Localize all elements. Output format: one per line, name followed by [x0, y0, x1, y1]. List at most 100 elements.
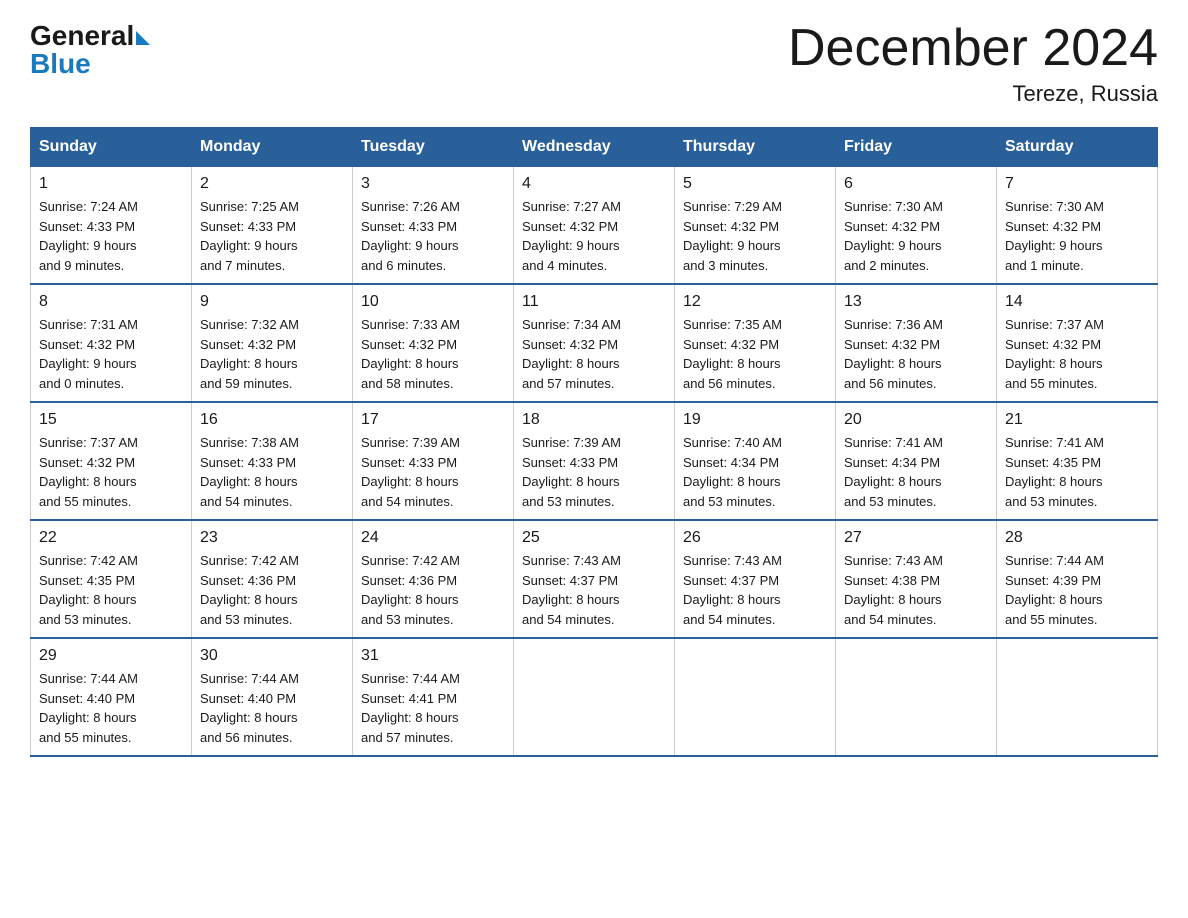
calendar-title: December 2024 [788, 20, 1158, 77]
day-number: 28 [1005, 529, 1149, 547]
logo-arrow-icon [136, 31, 150, 45]
title-section: December 2024 Tereze, Russia [788, 20, 1158, 107]
table-row: 11 Sunrise: 7:34 AMSunset: 4:32 PMDaylig… [514, 284, 675, 402]
day-number: 21 [1005, 411, 1149, 429]
day-number: 1 [39, 175, 183, 193]
table-row: 16 Sunrise: 7:38 AMSunset: 4:33 PMDaylig… [192, 402, 353, 520]
calendar-subtitle: Tereze, Russia [788, 81, 1158, 107]
day-info: Sunrise: 7:37 AMSunset: 4:32 PMDaylight:… [39, 433, 183, 511]
day-number: 10 [361, 293, 505, 311]
calendar-week-2: 8 Sunrise: 7:31 AMSunset: 4:32 PMDayligh… [31, 284, 1158, 402]
day-info: Sunrise: 7:31 AMSunset: 4:32 PMDaylight:… [39, 315, 183, 393]
day-info: Sunrise: 7:42 AMSunset: 4:36 PMDaylight:… [200, 551, 344, 629]
day-info: Sunrise: 7:37 AMSunset: 4:32 PMDaylight:… [1005, 315, 1149, 393]
day-number: 24 [361, 529, 505, 547]
day-number: 12 [683, 293, 827, 311]
day-info: Sunrise: 7:43 AMSunset: 4:37 PMDaylight:… [522, 551, 666, 629]
header-row: Sunday Monday Tuesday Wednesday Thursday… [31, 128, 1158, 167]
day-number: 3 [361, 175, 505, 193]
table-row: 14 Sunrise: 7:37 AMSunset: 4:32 PMDaylig… [997, 284, 1158, 402]
header-friday: Friday [836, 128, 997, 167]
day-number: 13 [844, 293, 988, 311]
day-info: Sunrise: 7:42 AMSunset: 4:36 PMDaylight:… [361, 551, 505, 629]
day-info: Sunrise: 7:44 AMSunset: 4:40 PMDaylight:… [39, 669, 183, 747]
day-number: 22 [39, 529, 183, 547]
calendar-week-4: 22 Sunrise: 7:42 AMSunset: 4:35 PMDaylig… [31, 520, 1158, 638]
table-row: 25 Sunrise: 7:43 AMSunset: 4:37 PMDaylig… [514, 520, 675, 638]
day-info: Sunrise: 7:42 AMSunset: 4:35 PMDaylight:… [39, 551, 183, 629]
day-info: Sunrise: 7:25 AMSunset: 4:33 PMDaylight:… [200, 197, 344, 275]
day-info: Sunrise: 7:44 AMSunset: 4:41 PMDaylight:… [361, 669, 505, 747]
day-info: Sunrise: 7:34 AMSunset: 4:32 PMDaylight:… [522, 315, 666, 393]
calendar-header: Sunday Monday Tuesday Wednesday Thursday… [31, 128, 1158, 167]
day-info: Sunrise: 7:40 AMSunset: 4:34 PMDaylight:… [683, 433, 827, 511]
day-info: Sunrise: 7:30 AMSunset: 4:32 PMDaylight:… [844, 197, 988, 275]
table-row: 19 Sunrise: 7:40 AMSunset: 4:34 PMDaylig… [675, 402, 836, 520]
table-row: 9 Sunrise: 7:32 AMSunset: 4:32 PMDayligh… [192, 284, 353, 402]
table-row: 12 Sunrise: 7:35 AMSunset: 4:32 PMDaylig… [675, 284, 836, 402]
day-number: 15 [39, 411, 183, 429]
table-row: 17 Sunrise: 7:39 AMSunset: 4:33 PMDaylig… [353, 402, 514, 520]
day-number: 4 [522, 175, 666, 193]
day-number: 14 [1005, 293, 1149, 311]
table-row [836, 638, 997, 756]
day-number: 25 [522, 529, 666, 547]
calendar-week-5: 29 Sunrise: 7:44 AMSunset: 4:40 PMDaylig… [31, 638, 1158, 756]
day-number: 23 [200, 529, 344, 547]
header-sunday: Sunday [31, 128, 192, 167]
table-row: 8 Sunrise: 7:31 AMSunset: 4:32 PMDayligh… [31, 284, 192, 402]
day-info: Sunrise: 7:41 AMSunset: 4:35 PMDaylight:… [1005, 433, 1149, 511]
day-info: Sunrise: 7:24 AMSunset: 4:33 PMDaylight:… [39, 197, 183, 275]
day-number: 30 [200, 647, 344, 665]
table-row: 31 Sunrise: 7:44 AMSunset: 4:41 PMDaylig… [353, 638, 514, 756]
day-info: Sunrise: 7:39 AMSunset: 4:33 PMDaylight:… [361, 433, 505, 511]
day-info: Sunrise: 7:29 AMSunset: 4:32 PMDaylight:… [683, 197, 827, 275]
calendar-body: 1 Sunrise: 7:24 AMSunset: 4:33 PMDayligh… [31, 167, 1158, 757]
header-thursday: Thursday [675, 128, 836, 167]
day-info: Sunrise: 7:26 AMSunset: 4:33 PMDaylight:… [361, 197, 505, 275]
table-row: 26 Sunrise: 7:43 AMSunset: 4:37 PMDaylig… [675, 520, 836, 638]
calendar-week-3: 15 Sunrise: 7:37 AMSunset: 4:32 PMDaylig… [31, 402, 1158, 520]
day-info: Sunrise: 7:27 AMSunset: 4:32 PMDaylight:… [522, 197, 666, 275]
day-number: 11 [522, 293, 666, 311]
table-row: 15 Sunrise: 7:37 AMSunset: 4:32 PMDaylig… [31, 402, 192, 520]
day-number: 18 [522, 411, 666, 429]
table-row: 6 Sunrise: 7:30 AMSunset: 4:32 PMDayligh… [836, 167, 997, 285]
table-row [997, 638, 1158, 756]
table-row: 27 Sunrise: 7:43 AMSunset: 4:38 PMDaylig… [836, 520, 997, 638]
table-row: 21 Sunrise: 7:41 AMSunset: 4:35 PMDaylig… [997, 402, 1158, 520]
table-row: 7 Sunrise: 7:30 AMSunset: 4:32 PMDayligh… [997, 167, 1158, 285]
table-row: 13 Sunrise: 7:36 AMSunset: 4:32 PMDaylig… [836, 284, 997, 402]
day-number: 5 [683, 175, 827, 193]
table-row: 24 Sunrise: 7:42 AMSunset: 4:36 PMDaylig… [353, 520, 514, 638]
logo-blue-text: Blue [30, 48, 91, 80]
logo-content: General Blue [30, 20, 150, 80]
table-row: 23 Sunrise: 7:42 AMSunset: 4:36 PMDaylig… [192, 520, 353, 638]
table-row: 10 Sunrise: 7:33 AMSunset: 4:32 PMDaylig… [353, 284, 514, 402]
day-info: Sunrise: 7:43 AMSunset: 4:37 PMDaylight:… [683, 551, 827, 629]
table-row: 20 Sunrise: 7:41 AMSunset: 4:34 PMDaylig… [836, 402, 997, 520]
table-row [514, 638, 675, 756]
day-info: Sunrise: 7:43 AMSunset: 4:38 PMDaylight:… [844, 551, 988, 629]
day-info: Sunrise: 7:32 AMSunset: 4:32 PMDaylight:… [200, 315, 344, 393]
day-info: Sunrise: 7:41 AMSunset: 4:34 PMDaylight:… [844, 433, 988, 511]
day-number: 20 [844, 411, 988, 429]
day-number: 19 [683, 411, 827, 429]
day-number: 2 [200, 175, 344, 193]
day-number: 26 [683, 529, 827, 547]
calendar-table: Sunday Monday Tuesday Wednesday Thursday… [30, 127, 1158, 757]
day-info: Sunrise: 7:35 AMSunset: 4:32 PMDaylight:… [683, 315, 827, 393]
day-info: Sunrise: 7:39 AMSunset: 4:33 PMDaylight:… [522, 433, 666, 511]
table-row: 29 Sunrise: 7:44 AMSunset: 4:40 PMDaylig… [31, 638, 192, 756]
day-info: Sunrise: 7:30 AMSunset: 4:32 PMDaylight:… [1005, 197, 1149, 275]
table-row: 3 Sunrise: 7:26 AMSunset: 4:33 PMDayligh… [353, 167, 514, 285]
day-info: Sunrise: 7:44 AMSunset: 4:39 PMDaylight:… [1005, 551, 1149, 629]
day-number: 31 [361, 647, 505, 665]
day-info: Sunrise: 7:44 AMSunset: 4:40 PMDaylight:… [200, 669, 344, 747]
day-number: 9 [200, 293, 344, 311]
header-tuesday: Tuesday [353, 128, 514, 167]
day-number: 27 [844, 529, 988, 547]
day-info: Sunrise: 7:36 AMSunset: 4:32 PMDaylight:… [844, 315, 988, 393]
table-row [675, 638, 836, 756]
day-number: 7 [1005, 175, 1149, 193]
